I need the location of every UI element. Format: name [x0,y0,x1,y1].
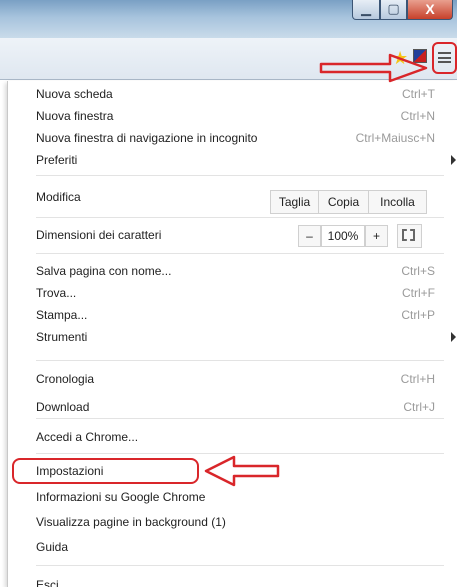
annotation-arrows [204,53,428,487]
annotation-arrow-left [204,455,280,487]
annotation-arrow-right [319,53,428,83]
